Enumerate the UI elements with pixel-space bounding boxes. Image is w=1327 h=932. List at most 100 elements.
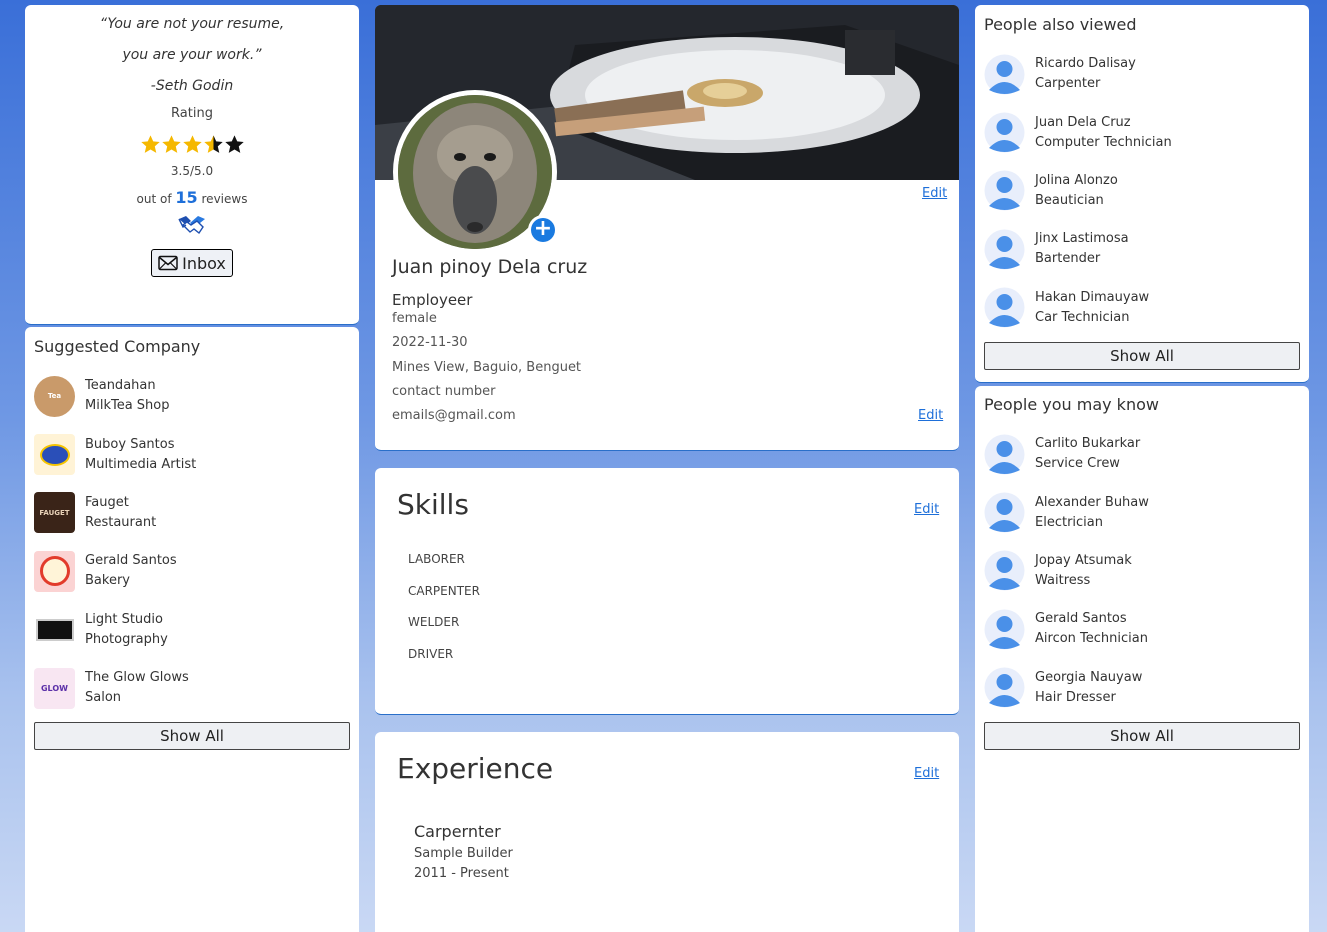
person-item[interactable]: Ricardo Dalisay Carpenter	[984, 45, 1300, 103]
rating-score: 3.5/5.0	[170, 164, 214, 178]
person-item[interactable]: Jinx Lastimosa Bartender	[984, 220, 1300, 278]
fauget-logo-icon: FAUGET	[34, 492, 75, 534]
plus-icon: +	[531, 218, 555, 242]
people-list: Carlito Bukarkar Service Crew Alexander B…	[984, 425, 1300, 717]
show-all-viewed-button[interactable]: Show All	[984, 342, 1300, 370]
person-name: Juan Dela Cruz	[1035, 114, 1131, 130]
teandahan-logo-icon: Tea	[34, 375, 75, 417]
person-job: Computer Technician	[1035, 134, 1172, 150]
mail-icon	[158, 255, 178, 271]
experience-job-title: Carpernter	[414, 822, 501, 841]
company-name: Fauget	[85, 494, 129, 510]
skills-card: Skills Edit LABORER CARPENTER WELDER DRI…	[375, 468, 959, 715]
inbox-label: Inbox	[182, 253, 226, 273]
profile-gender: female	[392, 311, 437, 326]
reviews-prefix: out of	[136, 192, 172, 206]
company-name: Gerald Santos	[85, 553, 177, 569]
star-icon	[140, 134, 161, 155]
person-item[interactable]: Jolina Alonzo Beautician	[984, 162, 1300, 220]
person-item[interactable]: Hakan Dimauyaw Car Technician	[984, 279, 1300, 337]
person-icon	[984, 492, 1025, 533]
reviews-number: 15	[175, 188, 198, 207]
quote-author: -Seth Godin	[150, 78, 234, 94]
inbox-button[interactable]: Inbox	[151, 249, 233, 277]
edit-cover-link[interactable]: Edit	[922, 186, 947, 201]
company-name: The Glow Glows	[85, 670, 189, 686]
person-item[interactable]: Carlito Bukarkar Service Crew	[984, 425, 1300, 483]
profile-role: Employeer	[392, 291, 473, 309]
experience-card: Experience Edit Carpernter Sample Builde…	[375, 732, 959, 932]
edit-experience-link[interactable]: Edit	[914, 766, 939, 781]
quote-rating-card: “You are not your resume, you are your w…	[25, 5, 359, 325]
buboy-logo-icon	[34, 434, 75, 476]
person-job: Electrician	[1035, 514, 1103, 530]
bakery-logo-icon	[34, 550, 75, 592]
person-item[interactable]: Georgia Nauyaw Hair Dresser	[984, 659, 1300, 717]
person-item[interactable]: Juan Dela Cruz Computer Technician	[984, 103, 1300, 161]
person-name: Carlito Bukarkar	[1035, 436, 1141, 452]
company-type: Multimedia Artist	[85, 456, 197, 472]
quote-line-2: you are your work.”	[122, 47, 262, 63]
skills-title: Skills	[397, 488, 469, 521]
company-type: Salon	[85, 690, 122, 706]
people-list: Ricardo Dalisay Carpenter Juan Dela Cruz C…	[984, 45, 1300, 337]
star-half-icon	[203, 134, 224, 155]
skill-item: CARPENTER	[408, 584, 480, 598]
person-name: Ricardo Dalisay	[1035, 56, 1136, 72]
person-icon	[984, 287, 1025, 328]
experience-title: Experience	[397, 752, 554, 785]
people-also-viewed-panel: People also viewed Ricardo Dalisay Carpen…	[975, 5, 1309, 383]
person-name: Jinx Lastimosa	[1035, 231, 1129, 247]
person-job: Service Crew	[1035, 456, 1120, 472]
company-type: MilkTea Shop	[85, 398, 170, 414]
person-job: Bartender	[1035, 251, 1101, 267]
person-item[interactable]: Gerald Santos Aircon Technician	[984, 600, 1300, 658]
person-job: Aircon Technician	[1035, 631, 1148, 647]
suggested-company-title: Suggested Company	[34, 337, 201, 356]
profile-date: 2022-11-30	[392, 335, 468, 350]
star-empty-icon	[224, 134, 245, 155]
skill-item: LABORER	[408, 552, 465, 566]
person-icon	[984, 609, 1025, 650]
company-list: Tea Teandahan MilkTea Shop Buboy Santos Mu…	[34, 367, 350, 717]
company-item[interactable]: Buboy Santos Multimedia Artist	[34, 425, 350, 483]
company-type: Bakery	[85, 573, 130, 589]
company-item[interactable]: Tea Teandahan MilkTea Shop	[34, 367, 350, 425]
person-icon	[984, 112, 1025, 153]
people-also-viewed-title: People also viewed	[984, 15, 1137, 34]
company-item[interactable]: GLOW The Glow Glows Salon	[34, 659, 350, 717]
person-icon	[984, 550, 1025, 591]
person-job: Hair Dresser	[1035, 689, 1116, 705]
company-type: Restaurant	[85, 514, 157, 530]
show-all-companies-button[interactable]: Show All	[34, 722, 350, 750]
person-job: Beautician	[1035, 192, 1104, 208]
edit-skills-link[interactable]: Edit	[914, 502, 939, 517]
people-you-may-know-title: People you may know	[984, 395, 1159, 414]
star-icon	[161, 134, 182, 155]
profile-avatar: +	[393, 90, 558, 254]
experience-company: Sample Builder	[414, 846, 513, 861]
profile-card: + Edit Juan pinoy Dela cruz Employeer fe…	[375, 5, 959, 451]
suggested-company-panel: Suggested Company Tea Teandahan MilkTea S…	[25, 327, 359, 932]
person-item[interactable]: Alexander Buhaw Electrician	[984, 483, 1300, 541]
company-item[interactable]: Light Studio Photography	[34, 601, 350, 659]
person-name: Jopay Atsumak	[1035, 552, 1132, 568]
person-icon	[984, 229, 1025, 270]
profile-name: Juan pinoy Dela cruz	[392, 256, 588, 278]
profile-email: emails@gmail.com	[392, 408, 516, 423]
skill-item: WELDER	[408, 615, 460, 629]
quote-line-1: “You are not your resume,	[99, 16, 285, 32]
person-item[interactable]: Jopay Atsumak Waitress	[984, 542, 1300, 600]
show-all-know-button[interactable]: Show All	[984, 722, 1300, 750]
profile-address: Mines View, Baguio, Benguet	[392, 360, 582, 375]
company-item[interactable]: FAUGET Fauget Restaurant	[34, 484, 350, 542]
person-icon	[984, 434, 1025, 475]
skill-item: DRIVER	[408, 647, 454, 661]
rating-label: Rating	[171, 106, 213, 121]
person-job: Car Technician	[1035, 309, 1130, 325]
company-item[interactable]: Gerald Santos Bakery	[34, 542, 350, 600]
edit-profile-link[interactable]: Edit	[918, 408, 943, 423]
add-photo-button[interactable]: +	[528, 215, 558, 245]
company-name: Light Studio	[85, 611, 163, 627]
person-name: Alexander Buhaw	[1035, 494, 1149, 510]
